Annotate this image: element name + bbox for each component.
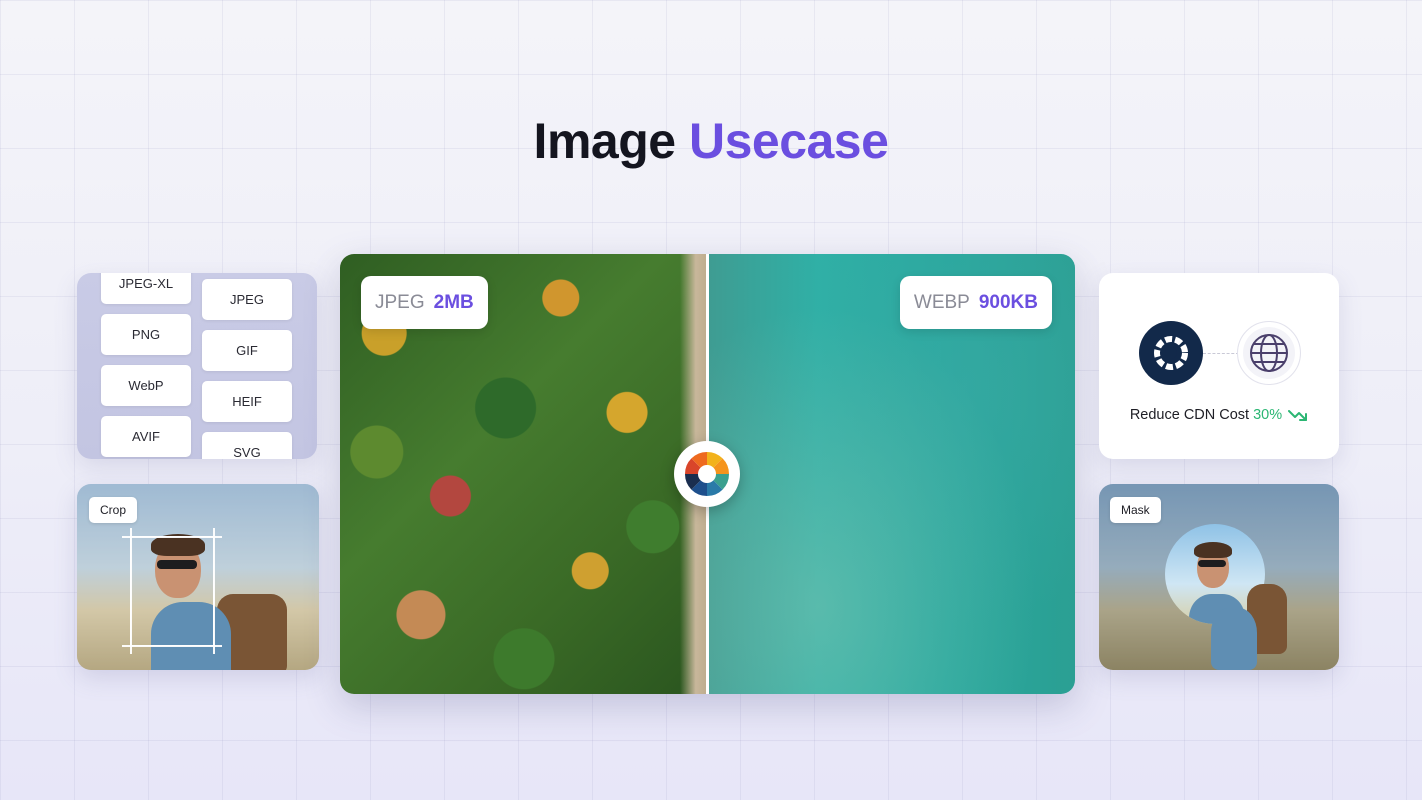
mask-card: Mask xyxy=(1099,484,1339,670)
image-comparison[interactable]: JPEG 2MB WEBP 900KB xyxy=(340,254,1075,694)
sunglasses xyxy=(1198,560,1226,567)
hair xyxy=(1194,542,1232,558)
crop-guide xyxy=(130,528,132,654)
format-chip: SVG xyxy=(202,432,292,459)
person-body xyxy=(1207,584,1297,670)
shirt xyxy=(1211,608,1257,670)
formats-column-left: JPEG-XL PNG WebP AVIF xyxy=(101,273,191,457)
file-size: 2MB xyxy=(433,291,474,313)
cdn-cost-label: Reduce CDN Cost xyxy=(1129,407,1250,423)
file-size: 900KB xyxy=(978,291,1038,313)
crop-guide xyxy=(213,528,215,654)
jpeg-size-label: JPEG 2MB xyxy=(361,276,488,329)
format-chip: GIF xyxy=(202,330,292,371)
cdn-cost-percent: 30% xyxy=(1253,407,1283,423)
format-chip: WebP xyxy=(101,365,191,406)
format-chip: JPEG-XL xyxy=(101,273,191,304)
crop-card: Crop xyxy=(77,484,319,670)
logo-badge xyxy=(1139,321,1203,385)
globe-badge xyxy=(1237,321,1301,385)
crop-frame[interactable] xyxy=(130,536,214,646)
mask-label: Mask xyxy=(1110,497,1161,523)
crop-guide xyxy=(122,645,222,647)
format-chip: AVIF xyxy=(101,416,191,457)
format-chip: JPEG xyxy=(202,279,292,320)
connector-line xyxy=(1203,353,1239,354)
color-wheel-icon xyxy=(684,451,730,497)
trending-down-icon xyxy=(1288,410,1308,422)
formats-column-right: JPEG GIF HEIF SVG xyxy=(202,279,292,459)
format-chip: PNG xyxy=(101,314,191,355)
formats-card: JPEG-XL PNG WebP AVIF JPEG GIF HEIF SVG xyxy=(77,273,317,459)
format-name: WEBP xyxy=(913,291,970,313)
aperture-logo-icon xyxy=(1154,336,1188,370)
crop-label: Crop xyxy=(89,497,138,523)
title-main: Image xyxy=(533,113,677,169)
cdn-cost-text: Reduce CDN Cost 30% xyxy=(1099,407,1339,423)
format-chip: HEIF xyxy=(202,381,292,422)
comparison-handle[interactable] xyxy=(674,441,740,507)
title-accent: Usecase xyxy=(688,113,889,169)
cdn-cost-card: Reduce CDN Cost 30% xyxy=(1099,273,1339,459)
format-name: JPEG xyxy=(375,291,425,313)
webp-size-label: WEBP 900KB xyxy=(899,276,1052,329)
page-title: Image Usecase xyxy=(0,112,1422,170)
globe-icon xyxy=(1250,334,1288,372)
crop-guide xyxy=(122,536,222,538)
